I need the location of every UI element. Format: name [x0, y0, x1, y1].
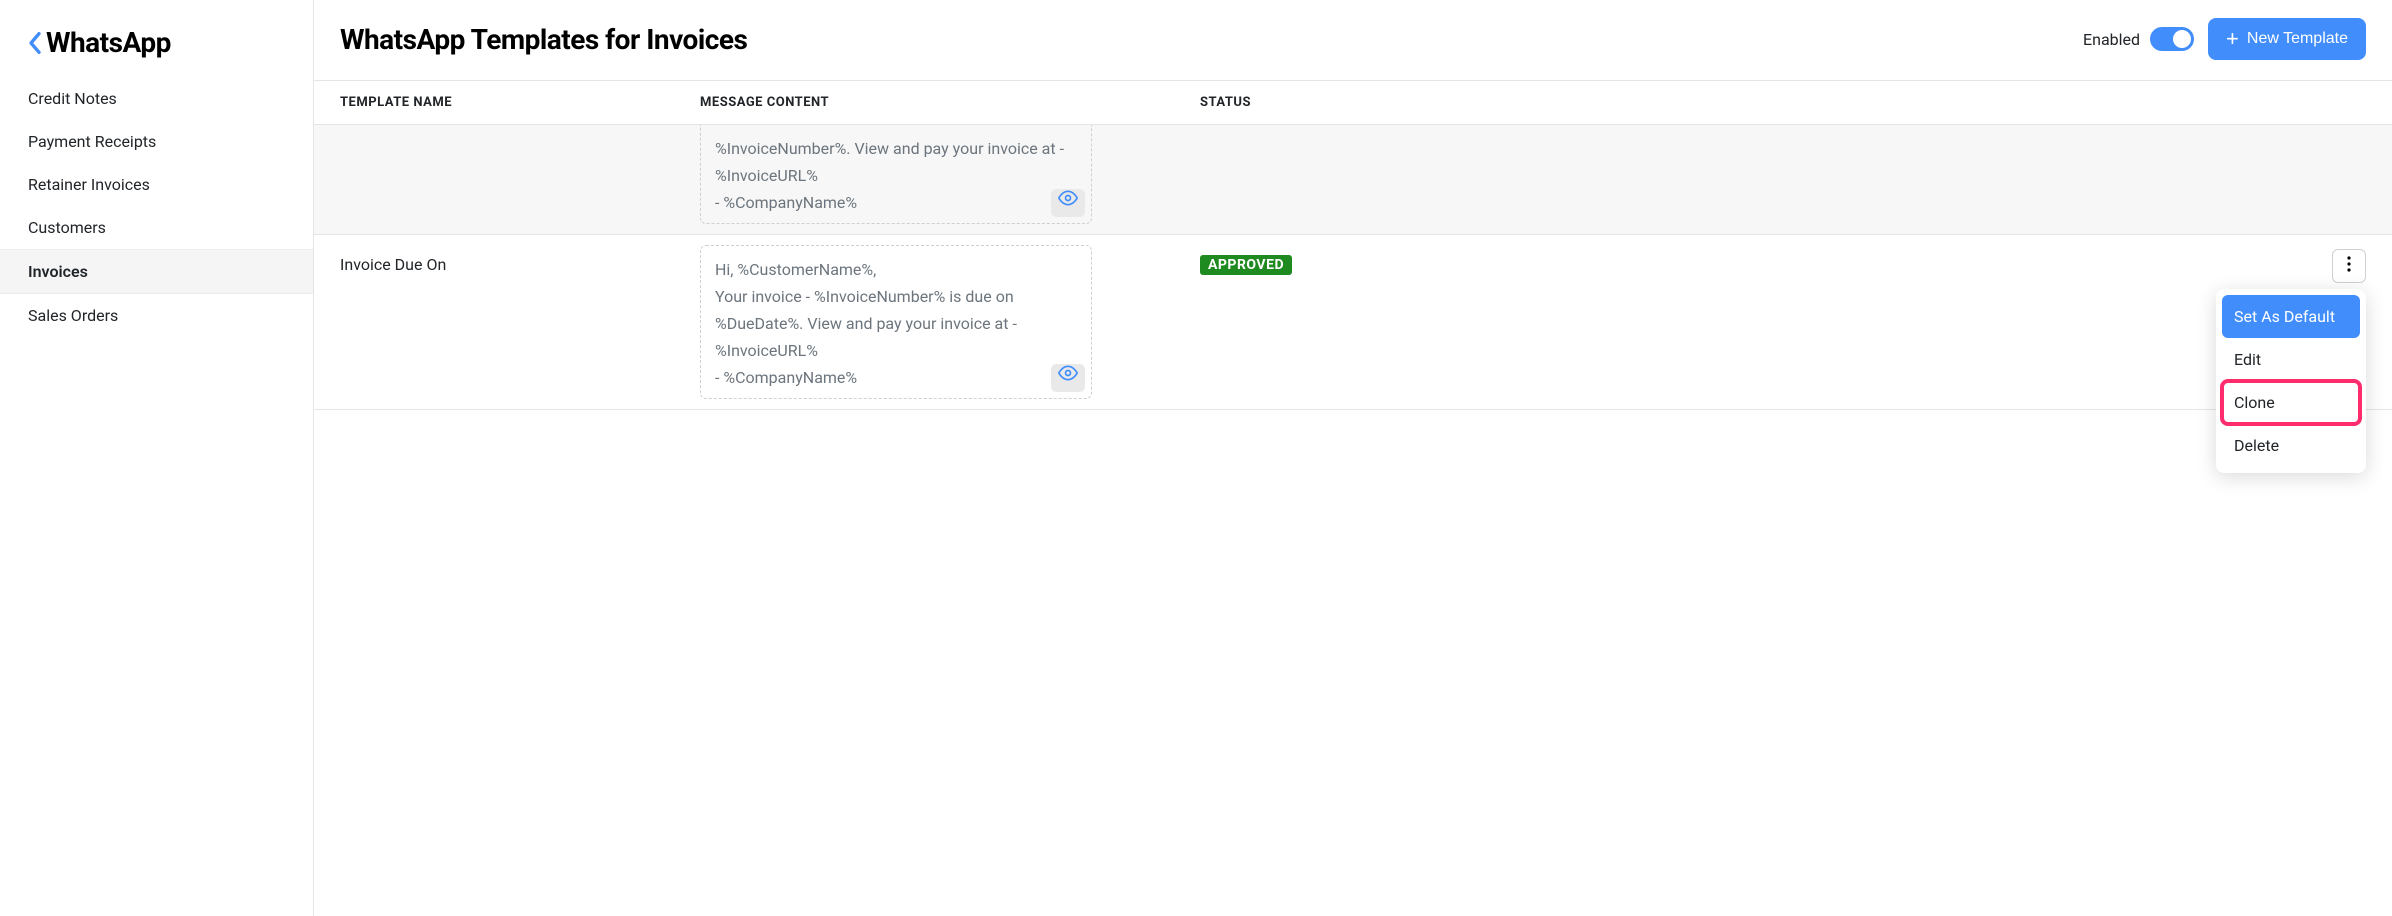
sidebar-item-invoices[interactable]: Invoices — [0, 249, 313, 294]
table-rows: %InvoiceNumber%. View and pay your invoi… — [314, 125, 2392, 410]
enabled-label: Enabled — [2083, 30, 2140, 49]
col-header-status: STATUS — [1200, 95, 2366, 110]
table-header: TEMPLATE NAME MESSAGE CONTENT STATUS — [314, 81, 2392, 125]
dropdown-edit[interactable]: Edit — [2222, 338, 2360, 381]
sidebar-item-credit-notes[interactable]: Credit Notes — [0, 77, 313, 120]
message-text: %InvoiceNumber%. View and pay your invoi… — [715, 135, 1077, 217]
page-header: WhatsApp Templates for Invoices Enabled … — [314, 0, 2392, 81]
enabled-toggle-wrap: Enabled — [2083, 27, 2194, 51]
status-badge: APPROVED — [1200, 255, 1292, 275]
col-header-message: MESSAGE CONTENT — [700, 95, 1200, 110]
new-template-label: New Template — [2247, 30, 2348, 48]
sidebar-item-retainer-invoices[interactable]: Retainer Invoices — [0, 163, 313, 206]
sidebar-nav: Credit Notes Payment Receipts Retainer I… — [0, 77, 313, 337]
table-row: Invoice Due On Hi, %CustomerName%, Your … — [314, 235, 2392, 410]
new-template-button[interactable]: + New Template — [2208, 18, 2366, 60]
col-header-name: TEMPLATE NAME — [340, 95, 700, 110]
message-box: %InvoiceNumber%. View and pay your invoi… — [700, 125, 1092, 224]
preview-button[interactable] — [1051, 189, 1085, 217]
dropdown-clone[interactable]: Clone — [2222, 381, 2360, 424]
message-box: Hi, %CustomerName%, Your invoice - %Invo… — [700, 245, 1092, 399]
message-cell: %InvoiceNumber%. View and pay your invoi… — [700, 125, 1200, 224]
sidebar-item-sales-orders[interactable]: Sales Orders — [0, 294, 313, 337]
main: WhatsApp Templates for Invoices Enabled … — [314, 0, 2392, 916]
template-name-cell — [340, 125, 700, 135]
table-row: %InvoiceNumber%. View and pay your invoi… — [314, 125, 2392, 235]
preview-button[interactable] — [1051, 364, 1085, 392]
page-title: WhatsApp Templates for Invoices — [340, 23, 747, 56]
plus-icon: + — [2226, 28, 2239, 50]
sidebar-title: WhatsApp — [46, 26, 171, 59]
eye-icon — [1058, 188, 1078, 216]
message-text: Hi, %CustomerName%, Your invoice - %Invo… — [715, 256, 1077, 392]
row-actions-dropdown: Set As Default Edit Clone Delete — [2216, 289, 2366, 473]
eye-icon — [1058, 363, 1078, 391]
more-vertical-icon — [2347, 256, 2351, 275]
sidebar-header: WhatsApp — [0, 18, 313, 77]
header-actions: Enabled + New Template — [2083, 18, 2366, 60]
back-chevron-icon[interactable] — [28, 31, 42, 55]
dropdown-delete[interactable]: Delete — [2222, 424, 2360, 467]
status-cell: APPROVED Set As Default Edit — [1200, 245, 2366, 275]
sidebar: WhatsApp Credit Notes Payment Receipts R… — [0, 0, 314, 916]
enabled-toggle[interactable] — [2150, 27, 2194, 51]
message-cell: Hi, %CustomerName%, Your invoice - %Invo… — [700, 245, 1200, 399]
sidebar-item-payment-receipts[interactable]: Payment Receipts — [0, 120, 313, 163]
dropdown-set-default[interactable]: Set As Default — [2222, 295, 2360, 338]
more-button[interactable] — [2332, 249, 2366, 283]
sidebar-item-customers[interactable]: Customers — [0, 206, 313, 249]
template-name-cell: Invoice Due On — [340, 245, 700, 274]
